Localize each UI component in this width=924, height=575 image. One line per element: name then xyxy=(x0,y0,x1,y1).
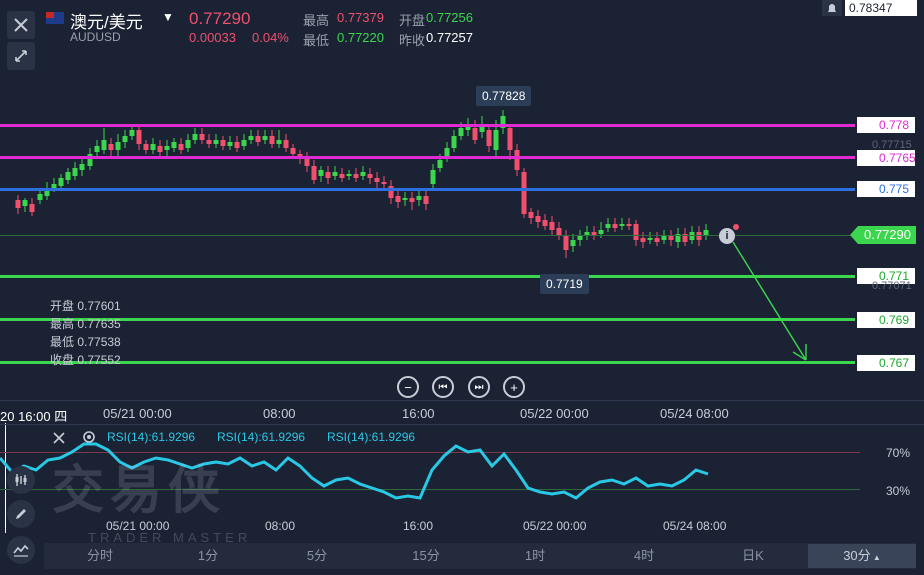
tab-30min-label: 30分 xyxy=(843,548,871,563)
watermark-cn: 交易侠 xyxy=(52,462,227,520)
draw-button[interactable] xyxy=(7,500,35,528)
tab-timeshare[interactable]: 分时 xyxy=(70,544,130,568)
rsi-time-0800: 08:00 xyxy=(265,519,296,533)
rsi-time-0524: 05/24 08:00 xyxy=(663,519,727,533)
tab-5min[interactable]: 5分 xyxy=(287,544,347,568)
candlestick-icon xyxy=(15,474,27,486)
indicator-button[interactable] xyxy=(7,466,35,494)
tab-15min[interactable]: 15分 xyxy=(396,544,456,568)
caret-icon: ▲ xyxy=(870,553,881,562)
period-tabbar xyxy=(44,543,916,569)
rsi-time-0521: 05/21 00:00 xyxy=(106,519,170,533)
tab-daily[interactable]: 日K xyxy=(723,544,783,568)
line-chart-icon xyxy=(13,544,29,557)
tab-4hour[interactable]: 4时 xyxy=(614,544,674,568)
tab-30min-selected[interactable]: 30分 ▲ xyxy=(808,544,916,568)
tab-1min[interactable]: 1分 xyxy=(178,544,238,568)
pencil-icon xyxy=(16,509,26,519)
chart-type-button[interactable] xyxy=(7,536,35,564)
tab-1hour[interactable]: 1时 xyxy=(505,544,565,568)
rsi-time-1600: 16:00 xyxy=(403,519,434,533)
rsi-time-0522: 05/22 00:00 xyxy=(523,519,587,533)
